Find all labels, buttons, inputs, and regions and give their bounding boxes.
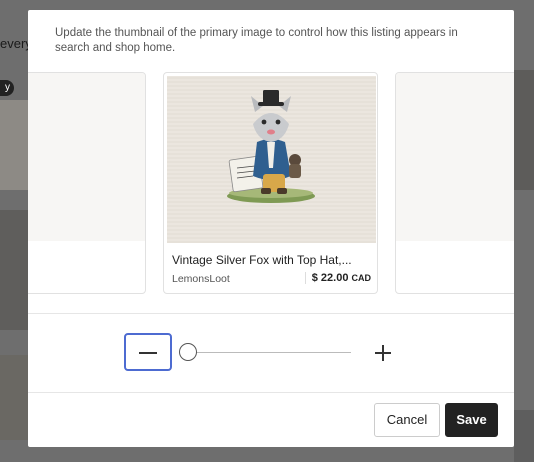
listing-title: Vintage Silver Fox with Top Hat,... bbox=[172, 253, 352, 267]
background-thumbnail bbox=[514, 70, 534, 190]
price-currency: CAD bbox=[351, 273, 372, 283]
modal-description: Update the thumbnail of the primary imag… bbox=[55, 27, 458, 54]
price-amount: $ 22.00 bbox=[311, 272, 349, 284]
thumbnail-modal: Update the thumbnail of the primary imag… bbox=[28, 10, 514, 447]
background-thumbnail bbox=[514, 410, 534, 462]
thumbnail-carousel: Vintage Silver Fox with Top Hat,... Lemo… bbox=[28, 72, 514, 296]
zoom-in-button[interactable] bbox=[371, 341, 395, 365]
background-thumbnail bbox=[0, 355, 28, 440]
shop-name: LemonsLoot bbox=[172, 273, 230, 285]
zoom-slider-handle[interactable] bbox=[179, 343, 197, 361]
zoom-controls bbox=[28, 314, 514, 394]
fox-figurine-photo bbox=[167, 76, 376, 243]
background-thumbnail bbox=[0, 100, 28, 190]
listing-card-next bbox=[395, 72, 514, 294]
listing-card-previous bbox=[28, 72, 146, 294]
background-thumbnail bbox=[0, 210, 28, 330]
listing-card-image bbox=[28, 73, 145, 241]
background-text: every bbox=[0, 36, 28, 51]
cancel-button[interactable]: Cancel bbox=[374, 403, 440, 437]
listing-card-preview: Vintage Silver Fox with Top Hat,... Lemo… bbox=[163, 72, 378, 294]
zoom-out-button[interactable] bbox=[124, 333, 172, 371]
price: $ 22.00 CAD bbox=[304, 272, 372, 284]
save-button[interactable]: Save bbox=[445, 403, 498, 437]
background-badge: y bbox=[0, 80, 14, 96]
divider bbox=[28, 392, 514, 393]
listing-card-image bbox=[396, 73, 514, 241]
listing-thumbnail-image[interactable] bbox=[167, 76, 376, 243]
zoom-slider-track[interactable] bbox=[188, 352, 351, 353]
